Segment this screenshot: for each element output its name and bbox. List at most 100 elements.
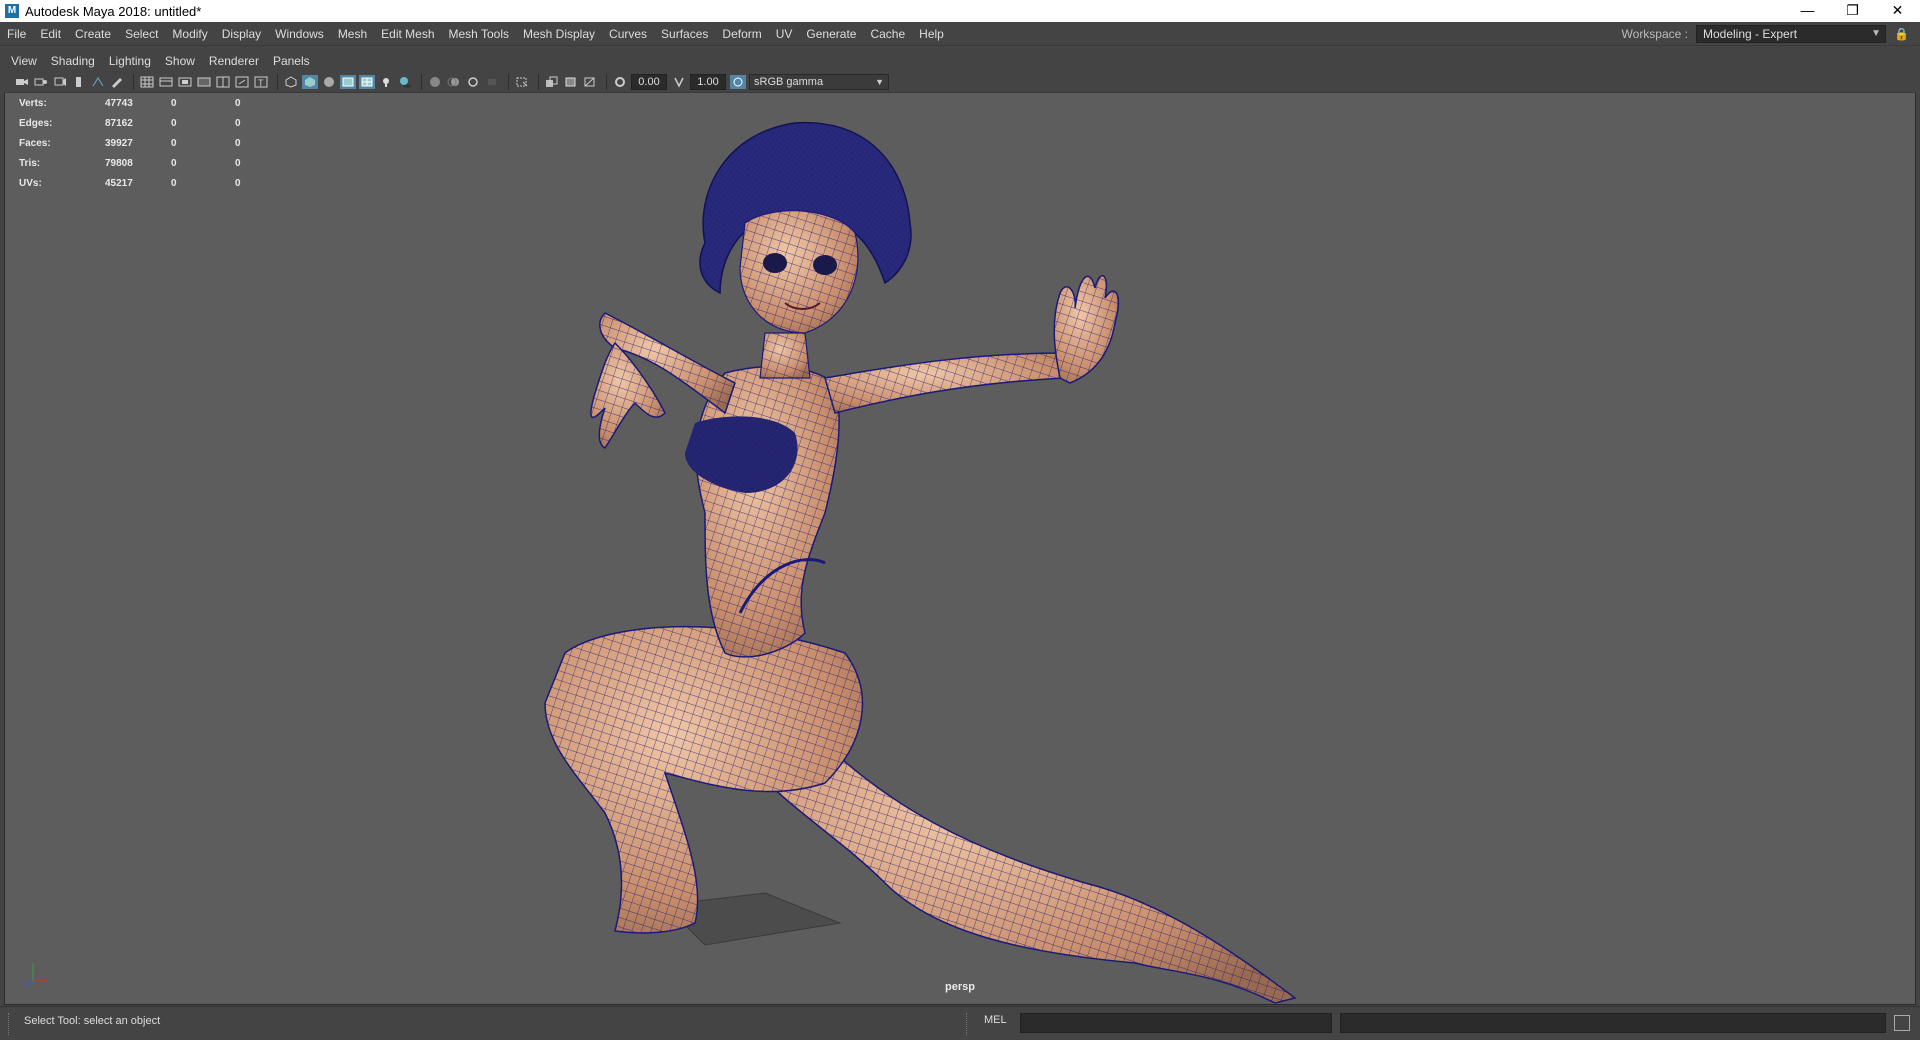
hud-row-uvs: UVs: 45217 0 0 — [19, 173, 265, 193]
panel-menu-show[interactable]: Show — [158, 50, 202, 72]
field-chart-icon[interactable] — [215, 75, 231, 89]
menu-mesh-display[interactable]: Mesh Display — [516, 22, 602, 46]
textured-icon[interactable] — [359, 75, 375, 89]
workspace-label: Workspace : — [1621, 27, 1688, 41]
persp-viewport[interactable]: Verts: 47743 0 0 Edges: 87162 0 0 Faces:… — [5, 93, 1915, 1004]
view-transform-dropdown[interactable]: sRGB gamma ▼ — [749, 74, 889, 90]
toolbar-separator — [277, 74, 278, 90]
hud-label: Edges: — [19, 117, 53, 129]
script-language-toggle[interactable]: MEL — [984, 1014, 1007, 1026]
chevron-down-icon: ▼ — [1871, 28, 1881, 39]
panel-toolbar: T 0.00 1.00 sRGB gamma ▼ — [4, 72, 1916, 93]
gate-mask-icon[interactable] — [196, 75, 212, 89]
drag-handle[interactable] — [966, 1013, 968, 1035]
toolbar-separator — [538, 74, 539, 90]
grid-icon[interactable] — [139, 75, 155, 89]
depth-of-field-icon[interactable] — [484, 75, 500, 89]
window-title: Autodesk Maya 2018: untitled* — [25, 3, 202, 19]
anti-aliasing-icon[interactable] — [465, 75, 481, 89]
hud-value: 0 — [235, 177, 241, 189]
wireframe-on-shaded-icon[interactable] — [340, 75, 356, 89]
bookmark-icon[interactable] — [52, 75, 68, 89]
menu-edit-mesh[interactable]: Edit Mesh — [374, 22, 441, 46]
hud-row-tris: Tris: 79808 0 0 — [19, 153, 265, 173]
hud-value: 39927 — [105, 137, 133, 149]
menu-mesh[interactable]: Mesh — [331, 22, 374, 46]
xray-icon[interactable] — [544, 75, 560, 89]
menu-select[interactable]: Select — [118, 22, 165, 46]
smooth-shade-icon[interactable] — [302, 75, 318, 89]
hud-row-verts: Verts: 47743 0 0 — [19, 93, 265, 113]
color-management-icon[interactable] — [730, 75, 746, 89]
two-d-pan-zoom-icon[interactable] — [90, 75, 106, 89]
toolbar-separator — [421, 74, 422, 90]
menu-windows[interactable]: Windows — [268, 22, 331, 46]
xray-joints-icon[interactable] — [582, 75, 598, 89]
view-transform-value: sRGB gamma — [754, 76, 824, 88]
menu-modify[interactable]: Modify — [165, 22, 214, 46]
panel-menu-shading[interactable]: Shading — [44, 50, 102, 72]
minimize-button[interactable]: — — [1785, 0, 1830, 22]
menu-display[interactable]: Display — [215, 22, 268, 46]
panel-menu-panels[interactable]: Panels — [266, 50, 317, 72]
hud-value: 0 — [235, 157, 241, 169]
safe-title-icon[interactable]: T — [253, 75, 269, 89]
menu-create[interactable]: Create — [68, 22, 118, 46]
exposure-icon[interactable] — [612, 75, 628, 89]
resolution-gate-icon[interactable] — [177, 75, 193, 89]
default-material-icon[interactable] — [321, 75, 337, 89]
safe-action-icon[interactable] — [234, 75, 250, 89]
toolbar-separator — [133, 74, 134, 90]
maya-logo-icon: M — [5, 4, 19, 18]
poly-count-hud: Verts: 47743 0 0 Edges: 87162 0 0 Faces:… — [19, 93, 265, 193]
panel-menu-lighting[interactable]: Lighting — [102, 50, 158, 72]
main-menu-bar: File Edit Create Select Modify Display W… — [0, 22, 1920, 46]
menu-help[interactable]: Help — [912, 22, 951, 46]
menu-edit[interactable]: Edit — [33, 22, 68, 46]
hud-value: 0 — [171, 117, 177, 129]
toolbar-separator — [508, 74, 509, 90]
grease-pencil-icon[interactable] — [109, 75, 125, 89]
film-gate-icon[interactable] — [158, 75, 174, 89]
command-input[interactable] — [1020, 1013, 1332, 1033]
panel-menu-renderer[interactable]: Renderer — [202, 50, 266, 72]
select-camera-icon[interactable] — [14, 75, 30, 89]
hud-label: Tris: — [19, 157, 41, 169]
hud-row-edges: Edges: 87162 0 0 — [19, 113, 265, 133]
shadows-icon[interactable] — [397, 75, 413, 89]
wireframe-icon[interactable] — [283, 75, 299, 89]
hud-row-faces: Faces: 39927 0 0 — [19, 133, 265, 153]
xray-active-components-icon[interactable] — [563, 75, 579, 89]
workspace-dropdown[interactable]: Modeling - Expert ▼ — [1696, 25, 1886, 43]
menu-generate[interactable]: Generate — [799, 22, 863, 46]
isolate-select-icon[interactable] — [514, 75, 530, 89]
use-all-lights-icon[interactable] — [378, 75, 394, 89]
lock-icon[interactable]: 🔒 — [1894, 27, 1909, 41]
hud-value: 0 — [235, 137, 241, 149]
gamma-field[interactable]: 1.00 — [690, 74, 726, 90]
menu-curves[interactable]: Curves — [602, 22, 654, 46]
drag-handle[interactable] — [8, 1013, 10, 1035]
gamma-icon[interactable] — [671, 75, 687, 89]
image-plane-icon[interactable] — [71, 75, 87, 89]
character-mesh[interactable] — [5, 93, 1915, 1004]
menu-surfaces[interactable]: Surfaces — [654, 22, 715, 46]
toolbar-separator — [606, 74, 607, 90]
restore-button[interactable]: ❐ — [1830, 0, 1875, 22]
menu-file[interactable]: File — [0, 22, 33, 46]
exposure-field[interactable]: 0.00 — [631, 74, 667, 90]
motion-blur-icon[interactable] — [446, 75, 462, 89]
workspace-selector: Workspace : Modeling - Expert ▼ 🔒 — [1621, 22, 1909, 46]
title-bar: M Autodesk Maya 2018: untitled* — ❐ ✕ — [0, 0, 1920, 22]
panel-menu-view[interactable]: View — [4, 50, 44, 72]
script-editor-icon[interactable] — [1894, 1015, 1910, 1031]
menu-deform[interactable]: Deform — [715, 22, 768, 46]
menu-mesh-tools[interactable]: Mesh Tools — [442, 22, 516, 46]
camera-name-label: persp — [945, 981, 975, 993]
close-button[interactable]: ✕ — [1875, 0, 1920, 22]
screen-space-ao-icon[interactable] — [427, 75, 443, 89]
menu-cache[interactable]: Cache — [863, 22, 912, 46]
camera-attributes-icon[interactable] — [33, 75, 49, 89]
hud-value: 47743 — [105, 97, 133, 109]
menu-uv[interactable]: UV — [769, 22, 800, 46]
